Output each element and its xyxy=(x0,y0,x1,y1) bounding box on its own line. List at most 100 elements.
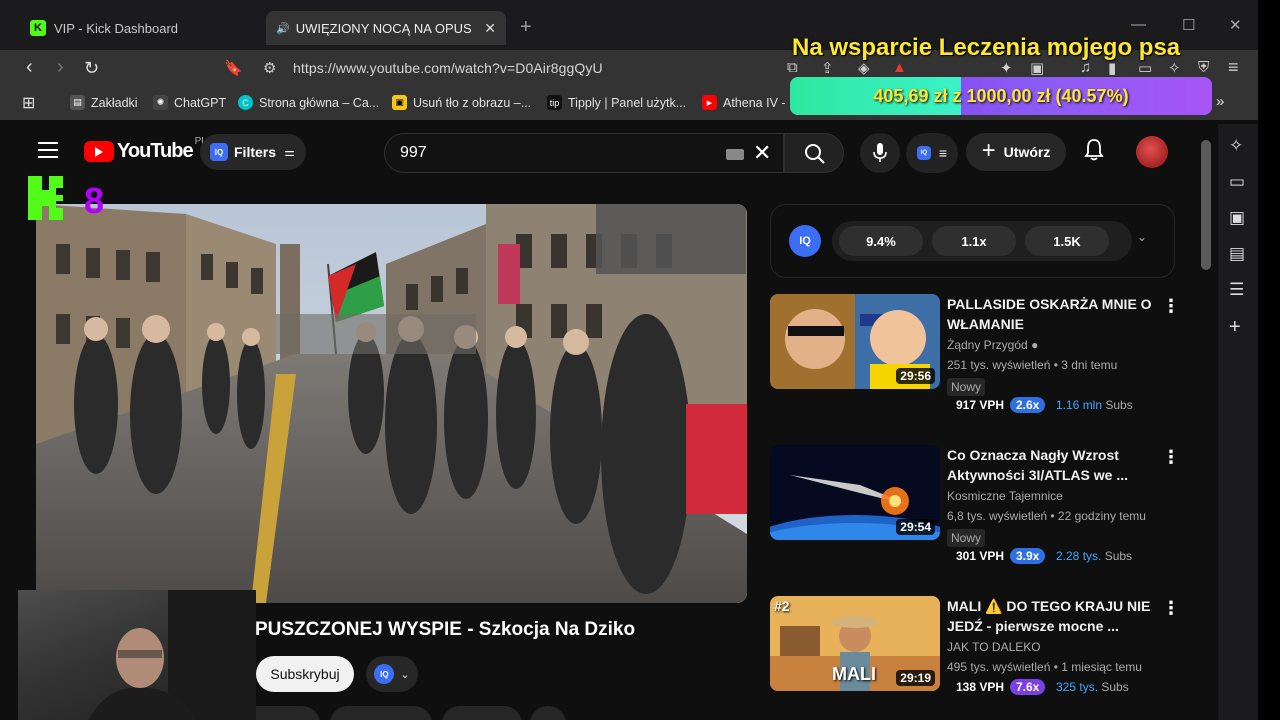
tipply-icon: tip xyxy=(547,95,562,110)
filters-label: Filters xyxy=(234,144,277,160)
new-tab-button[interactable]: + xyxy=(520,16,532,39)
kick-logo-icon xyxy=(28,176,63,220)
more-options-icon[interactable]: ⋮ xyxy=(1162,598,1180,619)
tab-kick-dashboard[interactable]: K VIP - Kick Dashboard xyxy=(20,11,260,45)
subscribe-button[interactable]: Subskrybuj xyxy=(256,656,354,692)
recommendation-title[interactable]: Co Oznacza Nagły Wzrost Aktywności 3I/AT… xyxy=(947,445,1152,485)
account-avatar[interactable] xyxy=(1136,136,1168,168)
recommendation-title[interactable]: PALLASIDE OSKARŻA MNIE O WŁAMANIE xyxy=(947,294,1152,334)
thumbnail-rank: #2 xyxy=(774,598,790,614)
vpn-icon[interactable]: ⛨ xyxy=(1198,59,1209,76)
search-input[interactable]: 997 xyxy=(400,144,427,162)
stat-engagement[interactable]: 9.4% xyxy=(839,226,923,256)
removebg-icon: ▣ xyxy=(392,95,407,110)
close-tab-icon[interactable]: ✕ xyxy=(484,20,496,37)
video-player[interactable] xyxy=(36,204,747,603)
webcam-image xyxy=(88,590,256,720)
reload-icon[interactable]: ↻ xyxy=(84,58,99,79)
video-thumbnail[interactable]: 29:56 xyxy=(770,294,940,389)
keyboard-icon[interactable] xyxy=(726,149,744,160)
bookmark-item[interactable]: ▶ Athena IV - xyxy=(702,95,786,110)
back-icon[interactable]: ‹ xyxy=(26,56,33,79)
more-options-icon[interactable]: ⋮ xyxy=(1162,447,1180,468)
recommendation-item[interactable]: 29:56 PALLASIDE OSKARŻA MNIE O WŁAMANIE … xyxy=(770,294,1190,413)
bookmark-item[interactable]: ✺ ChatGPT xyxy=(153,95,226,110)
chevron-down-icon[interactable]: ⌄ xyxy=(1137,230,1147,244)
recommendation-item[interactable]: 29:54 Co Oznacza Nagły Wzrost Aktywności… xyxy=(770,445,1190,564)
tab-youtube-video[interactable]: ▶ 🔊 UWIĘZIONY NOCĄ NA OPUS ✕ xyxy=(266,11,506,151)
bookmark-item[interactable]: ▣ Usuń tło z obrazu –... xyxy=(392,95,531,110)
canva-icon: C xyxy=(238,95,253,110)
video-thumbnail[interactable]: 29:54 xyxy=(770,445,940,540)
vidiq-menu-button[interactable]: IQ ≡ xyxy=(906,133,958,173)
hamburger-menu-icon[interactable] xyxy=(38,142,58,163)
video-title: PUSZCZONEJ WYSPIE - Szkocja Na Dziko xyxy=(255,619,636,640)
channel-name[interactable]: JAK TO DALEKO xyxy=(947,640,1041,654)
more-options-icon[interactable]: ⋮ xyxy=(1162,296,1180,317)
video-meta: 251 tys. wyświetleń • 3 dni temu xyxy=(947,358,1118,372)
bookmark-label: Usuń tło z obrazu –... xyxy=(413,95,532,110)
filters-button[interactable]: IQ Filters ⚌ xyxy=(200,134,306,170)
history-icon[interactable]: ☰ xyxy=(1229,280,1244,300)
bookmark-label: Zakładki xyxy=(91,95,138,110)
screen: K VIP - Kick Dashboard ▶ 🔊 UWIĘZIONY NOC… xyxy=(0,0,1280,720)
bookmark-item[interactable]: tip Tipply | Panel użytk... xyxy=(547,95,686,110)
leo-ai-icon[interactable]: ✧ xyxy=(1229,136,1243,156)
voice-search-button[interactable] xyxy=(860,133,900,173)
wallet-icon[interactable]: ▣ xyxy=(1229,208,1245,228)
minimize-icon[interactable]: — xyxy=(1131,16,1146,33)
maximize-icon[interactable]: ☐ xyxy=(1182,16,1195,34)
scrollbar[interactable] xyxy=(1201,140,1211,270)
site-settings-icon[interactable]: ⚙ xyxy=(263,59,276,77)
multiplier-badge: 3.9x xyxy=(1010,548,1046,564)
forward-icon[interactable]: › xyxy=(57,56,64,79)
vidiq-icon: IQ xyxy=(374,664,395,684)
close-window-icon[interactable]: ✕ xyxy=(1229,16,1242,34)
more-actions-button[interactable] xyxy=(530,706,566,720)
recommendation-item[interactable]: #2 MALI 29:19 MALI ⚠️ DO TEGO KRAJU NIE … xyxy=(770,596,1190,696)
more-bookmarks-icon[interactable]: » xyxy=(1216,93,1224,110)
browser-sidebar: ✧ ▭ ▣ ▤ ☰ + xyxy=(1218,124,1258,720)
subs-stat: 325 tys. Subs xyxy=(1056,680,1129,694)
create-button[interactable]: + Utwórz xyxy=(966,133,1066,171)
subs-label: Subs xyxy=(1101,680,1129,694)
new-badge: Nowy xyxy=(947,378,986,396)
youtube-logo[interactable]: YouTube PL xyxy=(84,136,207,163)
speaker-icon[interactable]: 🔊 xyxy=(276,22,290,35)
bookmark-item[interactable]: C Strona główna – Ca... xyxy=(238,95,379,110)
bookmark-item[interactable]: ▤ Zakładki xyxy=(70,95,138,110)
clip-button[interactable] xyxy=(442,706,522,720)
apps-grid-icon[interactable]: ⊞ xyxy=(22,93,35,113)
sliders-icon: ⚌ xyxy=(284,145,295,159)
channel-name[interactable]: Żądny Przygód ● xyxy=(947,338,1038,352)
stat-multiplier[interactable]: 1.1x xyxy=(932,226,1016,256)
add-panel-icon[interactable]: + xyxy=(1229,316,1241,339)
plus-icon: + xyxy=(981,137,996,164)
bookmarks-panel-icon[interactable]: ▤ xyxy=(1229,244,1245,264)
subs-label: Subs xyxy=(1104,549,1133,563)
share-button[interactable] xyxy=(330,706,432,720)
reading-list-icon[interactable]: ▭ xyxy=(1229,172,1245,192)
notifications-bell-icon[interactable] xyxy=(1084,138,1104,162)
thumbnail-label: MALI xyxy=(832,664,876,684)
vph-stat: 138 VPH xyxy=(956,680,1005,694)
subs-value: 325 tys. xyxy=(1056,680,1099,694)
viewer-count: 8 xyxy=(84,180,105,221)
bookmark-page-icon[interactable]: 🔖 xyxy=(224,59,243,77)
vidiq-channel-button[interactable]: IQ ⌄ xyxy=(366,656,418,692)
vidiq-icon: IQ xyxy=(789,225,821,257)
video-thumbnail[interactable]: #2 MALI 29:19 xyxy=(770,596,940,691)
url-field[interactable]: https://www.youtube.com/watch?v=D0Air8gg… xyxy=(293,60,603,76)
recommendation-title[interactable]: MALI ⚠️ DO TEGO KRAJU NIE JEDŹ - pierwsz… xyxy=(947,596,1152,636)
menu-icon[interactable]: ≡ xyxy=(1228,57,1239,78)
search-button[interactable] xyxy=(784,133,844,173)
search-box[interactable]: 997 ✕ xyxy=(384,133,784,173)
stat-vph[interactable]: 1.5K xyxy=(1025,226,1109,256)
subs-value: 1.16 mln xyxy=(1056,398,1103,412)
chevron-down-icon: ⌄ xyxy=(400,668,410,681)
bookmark-label: Athena IV - xyxy=(723,95,786,110)
chatgpt-icon: ✺ xyxy=(153,95,168,110)
channel-name[interactable]: Kosmiczne Tajemnice xyxy=(947,489,1063,503)
clear-search-icon[interactable]: ✕ xyxy=(753,140,771,166)
vph-stat: 917 VPH xyxy=(956,398,1005,412)
